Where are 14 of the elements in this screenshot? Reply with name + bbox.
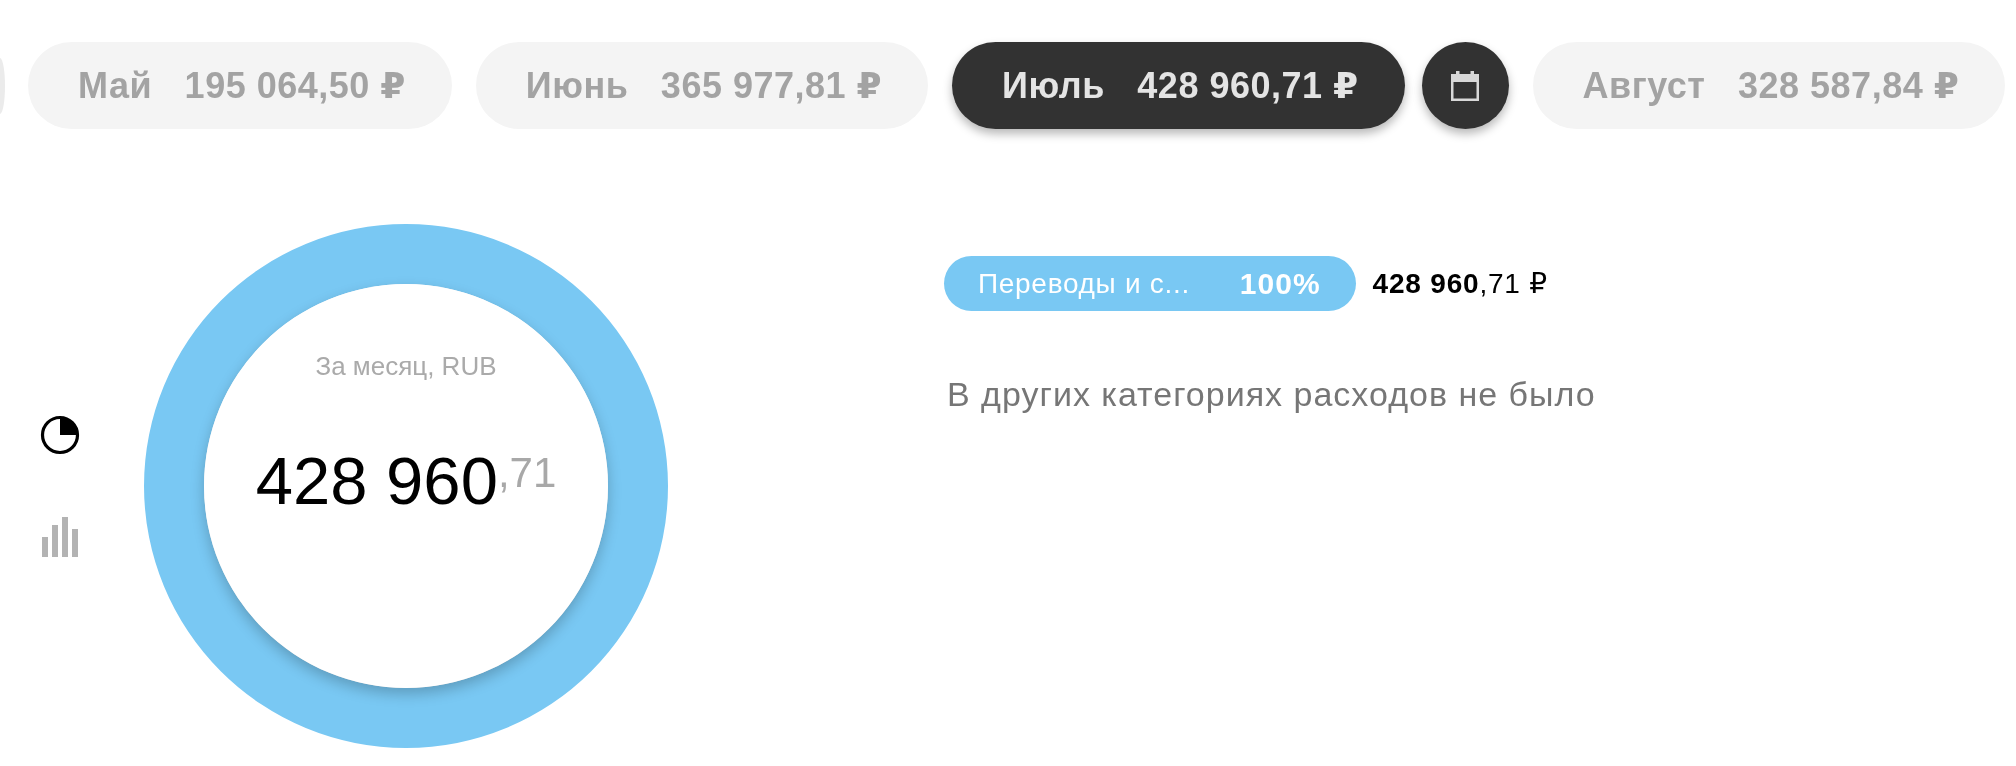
category-amount: 428 960,71 ₽	[1372, 267, 1548, 300]
month-tab[interactable]: Июнь 365 977,81 ₽	[475, 42, 929, 129]
month-tab[interactable]: Май 195 064,50 ₽	[28, 42, 452, 129]
category-chip[interactable]: Переводы и с... 100%	[944, 256, 1356, 311]
total-amount: 428 960$^{,71}$	[255, 447, 557, 514]
month-tab[interactable]: Август 328 587,84 ₽	[1532, 42, 2006, 129]
period-caption: За месяц, RUB	[315, 351, 497, 381]
category-share: 100%	[1239, 266, 1321, 301]
pie-chart-icon[interactable]	[40, 415, 80, 455]
calendar-button[interactable]	[1421, 42, 1509, 129]
category-name: Переводы и с...	[978, 267, 1190, 300]
empty-note: В других категориях расходов не было	[947, 374, 1596, 414]
month-tab[interactable]: Июль 428 960,71 ₽	[952, 42, 1405, 129]
calendar-icon	[1451, 70, 1480, 101]
